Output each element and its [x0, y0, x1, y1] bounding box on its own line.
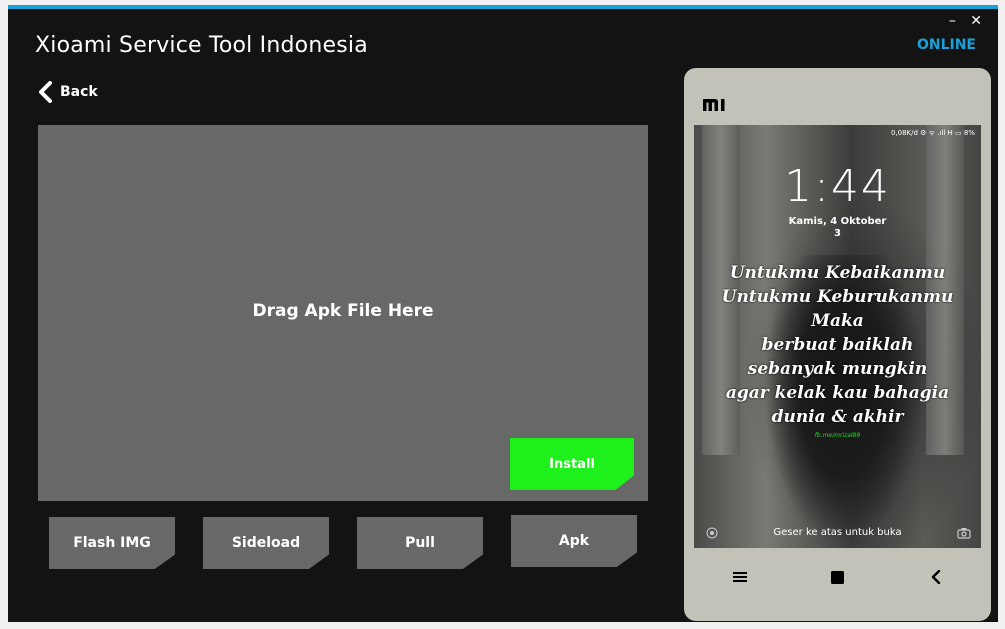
minimize-button[interactable]: – [949, 13, 956, 29]
camera-icon [957, 528, 971, 539]
lockscreen-date: Kamis, 4 Oktober [788, 216, 887, 227]
quote-line: Maka [811, 311, 864, 331]
window-controls: – ✕ [939, 13, 982, 29]
quote-line: Untukmu Kebaikanmu [729, 263, 946, 283]
sideload-button[interactable]: Sideload [203, 517, 329, 569]
quote-line: sebanyak mungkin [747, 359, 928, 379]
quote-line: Untukmu Keburukanmu [721, 287, 954, 307]
close-button[interactable]: ✕ [970, 13, 982, 29]
home-icon[interactable] [831, 571, 844, 584]
lockscreen-clock: 1:44 [784, 161, 891, 212]
quote-credit: fb.me/mrizal89 [814, 432, 861, 439]
unlock-hint: Geser ke atas untuk buka [773, 527, 902, 538]
flash-img-button[interactable]: Flash IMG [49, 517, 175, 569]
phone-statusbar: 0,08K/d ⚙ ᯤ .ıll H ▭ 8% [890, 129, 975, 137]
quote-line: agar kelak kau bahagia [725, 383, 950, 403]
back-arrow-icon[interactable] [931, 570, 941, 584]
mi-logo [703, 99, 725, 111]
quote-line: dunia & akhir [771, 407, 904, 427]
phone-screen: 0,08K/d ⚙ ᯤ .ıll H ▭ 8% 1:44 Kamis, 4 Ok… [694, 125, 981, 548]
app-title: Xioami Service Tool Indonesia [35, 33, 368, 58]
back-label: Back [60, 84, 98, 100]
lockscreen-quote: Untukmu Kebaikanmu Untukmu Keburukanmu M… [694, 261, 981, 429]
phone-navbar [684, 568, 991, 588]
apk-drop-zone[interactable]: Drag Apk File Here Install [38, 125, 648, 501]
drop-label: Drag Apk File Here [252, 301, 434, 321]
app-window: Xioami Service Tool Indonesia – ✕ ONLINE… [8, 5, 998, 622]
phone-preview: 0,08K/d ⚙ ᯤ .ıll H ▭ 8% 1:44 Kamis, 4 Ok… [684, 68, 991, 621]
quote-line: berbuat baiklah [761, 335, 914, 355]
menu-icon[interactable] [733, 571, 747, 583]
lockscreen-date-line2: 3 [834, 228, 841, 239]
install-button[interactable]: Install [510, 438, 634, 490]
pull-button[interactable]: Pull [357, 517, 483, 569]
back-button[interactable]: Back [38, 81, 98, 103]
apk-button[interactable]: Apk [511, 515, 637, 567]
connection-status: ONLINE [916, 37, 976, 53]
chevron-left-icon [39, 81, 52, 103]
